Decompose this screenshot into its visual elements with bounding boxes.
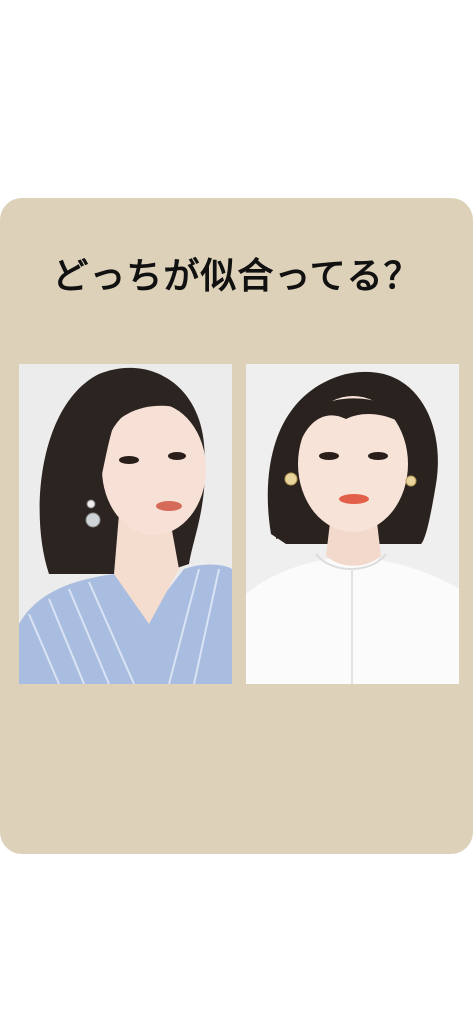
option-photo-left[interactable] [19, 364, 232, 684]
option-photo-right[interactable] [246, 364, 459, 684]
poll-card: どっちが似合ってる？ [0, 198, 473, 854]
portrait-blue-blouse [19, 364, 232, 684]
portrait-white-shirt [246, 364, 459, 684]
poll-question: どっちが似合ってる？ [52, 256, 421, 297]
